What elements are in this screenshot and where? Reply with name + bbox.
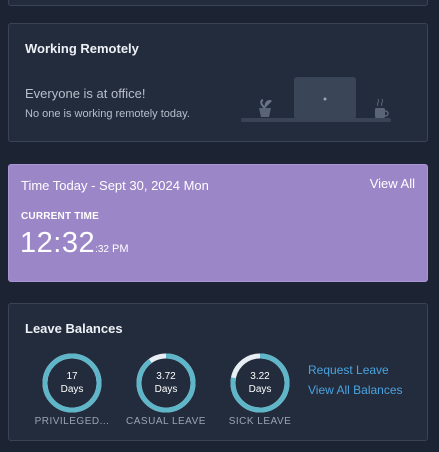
working-remotely-card: Working Remotely Everyone is at office! …: [8, 23, 428, 142]
leave-type-label: CASUAL LEAVE: [126, 416, 206, 427]
leave-days-unit: Days: [154, 384, 178, 395]
time-today-card: Time Today - Sept 30, 2024 Mon View All …: [8, 164, 428, 282]
leave-type-label: PRIVILEGED...: [34, 416, 110, 427]
leave-ring-privileged[interactable]: 17 Days: [40, 351, 104, 415]
working-remotely-title: Working Remotely: [25, 41, 139, 56]
leave-days-unit: Days: [248, 384, 272, 395]
current-time-label: CURRENT TIME: [21, 211, 99, 222]
clock-hours-minutes: 12:32: [20, 227, 96, 259]
leave-ring-casual[interactable]: 3.72 Days: [134, 351, 198, 415]
leave-ring-value: 3.72 Days: [134, 370, 198, 396]
leave-type-label: SICK LEAVE: [228, 416, 292, 427]
clock-ampm: PM: [111, 243, 129, 255]
view-all-balances-link[interactable]: View All Balances: [308, 383, 403, 397]
leave-balances-card: Leave Balances 17 Days PRIVILEGED... 3.7…: [8, 303, 428, 441]
current-time-clock: 12:32:32 PM: [20, 227, 128, 260]
leave-ring-value: 17 Days: [40, 370, 104, 396]
time-today-title: Time Today - Sept 30, 2024 Mon: [21, 178, 209, 193]
view-all-link[interactable]: View All: [370, 176, 415, 191]
remote-work-illustration-icon: [241, 77, 391, 122]
leave-days-count: 3.22: [250, 371, 270, 382]
clock-seconds: :32: [95, 244, 109, 255]
leave-days-unit: Days: [60, 384, 84, 395]
leave-balances-title: Leave Balances: [25, 321, 123, 336]
leave-ring-sick[interactable]: 3.22 Days: [228, 351, 292, 415]
leave-ring-value: 3.22 Days: [228, 370, 292, 396]
remote-status-text: Everyone is at office!: [25, 86, 146, 101]
leave-days-count: 3.72: [156, 371, 176, 382]
remote-status-subtext: No one is working remotely today.: [25, 108, 190, 120]
leave-days-count: 17: [66, 371, 78, 382]
previous-card: [8, 0, 428, 6]
request-leave-link[interactable]: Request Leave: [308, 363, 389, 377]
